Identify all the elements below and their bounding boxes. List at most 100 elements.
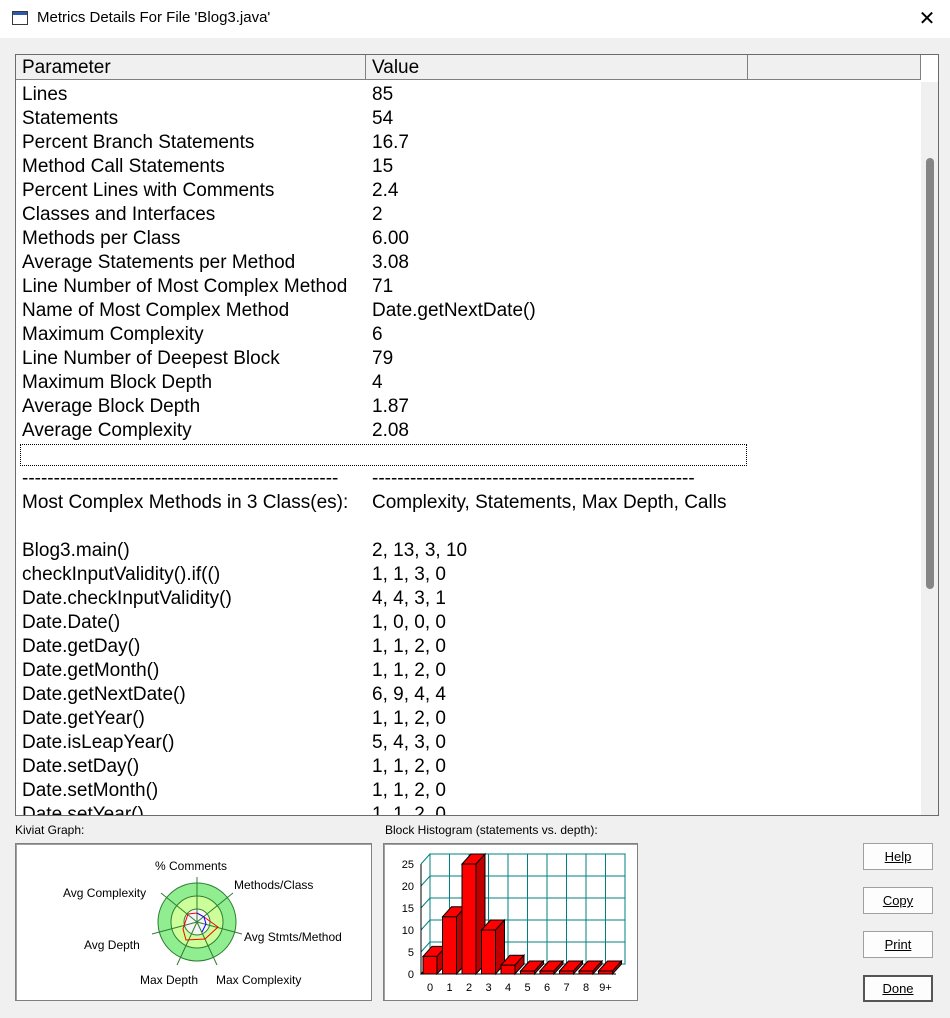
value-cell: 1, 1, 2, 0 bbox=[372, 660, 446, 681]
value-cell: 4 bbox=[372, 372, 383, 393]
close-icon[interactable]: ✕ bbox=[904, 0, 950, 36]
value-cell: 6, 9, 4, 4 bbox=[372, 684, 446, 705]
value-cell: 2, 13, 3, 10 bbox=[372, 540, 468, 561]
parameter-cell: Blog3.main() bbox=[22, 540, 130, 561]
value-cell: 1, 0, 0, 0 bbox=[372, 612, 446, 633]
parameter-cell: Percent Branch Statements bbox=[22, 132, 255, 153]
kiviat-graph: % Comments Methods/Class Avg Stmts/Metho… bbox=[15, 843, 372, 1001]
parameter-cell: Line Number of Most Complex Method bbox=[22, 276, 348, 297]
histogram-y-tick-label: 20 bbox=[402, 881, 414, 893]
value-cell: 1, 1, 3, 0 bbox=[372, 564, 446, 585]
parameter-cell: Most Complex Methods in 3 Class(es): bbox=[22, 492, 349, 513]
parameter-cell: Date.Date() bbox=[22, 612, 121, 633]
parameter-cell: Maximum Complexity bbox=[22, 324, 204, 345]
value-cell: 79 bbox=[372, 348, 394, 369]
histogram-bar bbox=[598, 970, 613, 975]
parameter-cell: Date.setMonth() bbox=[22, 780, 159, 801]
value-cell: 2 bbox=[372, 204, 383, 225]
histogram-bar bbox=[559, 970, 574, 975]
block-histogram: 25 20 15 10 5 0 0 1 2 3 4 5 6 7 8 9+ bbox=[383, 843, 638, 1001]
parameter-cell: Lines bbox=[22, 84, 68, 105]
parameter-cell: Methods per Class bbox=[22, 228, 181, 249]
parameter-cell: Maximum Block Depth bbox=[22, 372, 213, 393]
parameter-cell: Statements bbox=[22, 108, 119, 129]
parameter-cell: Date.setDay() bbox=[22, 756, 140, 777]
print-button[interactable]: Print bbox=[863, 931, 933, 958]
histogram-side-gridline bbox=[420, 875, 431, 887]
parameter-cell: Average Complexity bbox=[22, 420, 192, 441]
histogram-y-tick-label: 5 bbox=[408, 947, 414, 959]
histogram-side-gridline bbox=[420, 853, 431, 865]
focused-row-indicator bbox=[20, 444, 747, 466]
kiviat-axis-avg-complexity: Avg Complexity bbox=[63, 886, 147, 900]
window-title: Metrics Details For File 'Blog3.java' bbox=[37, 9, 271, 26]
copy-button[interactable]: Copy bbox=[863, 887, 933, 914]
histogram-bar bbox=[520, 970, 535, 975]
value-cell: 1.87 bbox=[372, 396, 409, 417]
histogram-x-tick-label: 5 bbox=[524, 982, 530, 994]
histogram-x-tick-label: 8 bbox=[583, 982, 589, 994]
value-cell: 54 bbox=[372, 108, 394, 129]
value-cell: 71 bbox=[372, 276, 394, 297]
parameter-cell: ----------------------------------------… bbox=[22, 468, 339, 489]
histogram-y-tick-label: 15 bbox=[402, 903, 414, 915]
kiviat-axis-max-complexity: Max Complexity bbox=[216, 973, 302, 987]
parameter-cell: Date.isLeapYear() bbox=[22, 732, 175, 753]
parameter-cell: Date.getNextDate() bbox=[22, 684, 186, 705]
parameter-cell: Date.getYear() bbox=[22, 708, 145, 729]
histogram-x-tick-label: 3 bbox=[485, 982, 491, 994]
value-cell: 16.7 bbox=[372, 132, 409, 153]
column-header-extra[interactable] bbox=[748, 55, 921, 80]
value-cell: 1, 1, 2, 0 bbox=[372, 804, 446, 816]
parameter-cell: Date.getMonth() bbox=[22, 660, 160, 681]
kiviat-axis-comments: % Comments bbox=[155, 859, 228, 873]
kiviat-label: Kiviat Graph: bbox=[15, 823, 85, 837]
value-cell: 15 bbox=[372, 156, 394, 177]
parameter-cell: Average Block Depth bbox=[22, 396, 201, 417]
value-cell: ----------------------------------------… bbox=[372, 468, 695, 489]
title-bar: Metrics Details For File 'Blog3.java' ✕ bbox=[0, 0, 950, 38]
done-button[interactable]: Done bbox=[863, 975, 933, 1002]
parameter-cell: checkInputValidity().if(() bbox=[22, 564, 221, 585]
parameter-cell: Average Statements per Method bbox=[22, 252, 296, 273]
parameter-cell: Date.checkInputValidity() bbox=[22, 588, 232, 609]
histogram-y-tick-label: 25 bbox=[402, 859, 414, 871]
column-header-parameter[interactable]: Parameter bbox=[16, 55, 366, 80]
value-cell: 2.08 bbox=[372, 420, 409, 441]
histogram-bar bbox=[578, 970, 594, 975]
histogram-x-tick-label: 4 bbox=[505, 982, 511, 994]
parameter-cell: Classes and Interfaces bbox=[22, 204, 216, 225]
kiviat-axis-max-depth: Max Depth bbox=[140, 973, 199, 987]
histogram-side-gridline bbox=[420, 897, 431, 909]
parameter-cell: Date.setYear() bbox=[22, 804, 144, 816]
parameter-cell: Percent Lines with Comments bbox=[22, 180, 275, 201]
histogram-side-gridline bbox=[420, 919, 431, 931]
column-header-value[interactable]: Value bbox=[366, 55, 748, 80]
value-cell: 2.4 bbox=[372, 180, 399, 201]
histogram-label: Block Histogram (statements vs. depth): bbox=[385, 823, 598, 837]
histogram-x-tick-label: 6 bbox=[544, 982, 550, 994]
value-cell: 1, 1, 2, 0 bbox=[372, 756, 446, 777]
histogram-y-tick-label: 0 bbox=[408, 969, 414, 981]
histogram-bar bbox=[500, 964, 516, 975]
histogram-bar bbox=[539, 970, 555, 975]
help-button[interactable]: Help bbox=[863, 843, 933, 870]
kiviat-axis-avg-depth: Avg Depth bbox=[84, 938, 140, 952]
parameter-cell: Method Call Statements bbox=[22, 156, 225, 177]
value-cell: 6.00 bbox=[372, 228, 409, 249]
value-cell: 4, 4, 3, 1 bbox=[372, 588, 446, 609]
histogram-x-tick-label: 0 bbox=[427, 982, 433, 994]
histogram-x-tick-label: 7 bbox=[563, 982, 569, 994]
value-cell: 1, 1, 2, 0 bbox=[372, 636, 446, 657]
value-cell: 85 bbox=[372, 84, 394, 105]
metrics-table[interactable]: Parameter Value Lines 85 Statements 54 Perce… bbox=[15, 54, 939, 816]
scrollbar-thumb[interactable] bbox=[926, 158, 934, 589]
histogram-svg: 25 20 15 10 5 0 0 1 2 3 4 5 6 7 8 9+ bbox=[402, 852, 626, 994]
histogram-bar bbox=[442, 916, 457, 975]
histogram-bar bbox=[481, 929, 496, 975]
kiviat-axis-methods-per-class: Methods/Class bbox=[234, 878, 314, 892]
value-cell: 3.08 bbox=[372, 252, 409, 273]
vertical-scrollbar[interactable] bbox=[921, 82, 938, 815]
histogram-x-tick-label: 9+ bbox=[599, 982, 612, 994]
value-cell: 1, 1, 2, 0 bbox=[372, 708, 446, 729]
